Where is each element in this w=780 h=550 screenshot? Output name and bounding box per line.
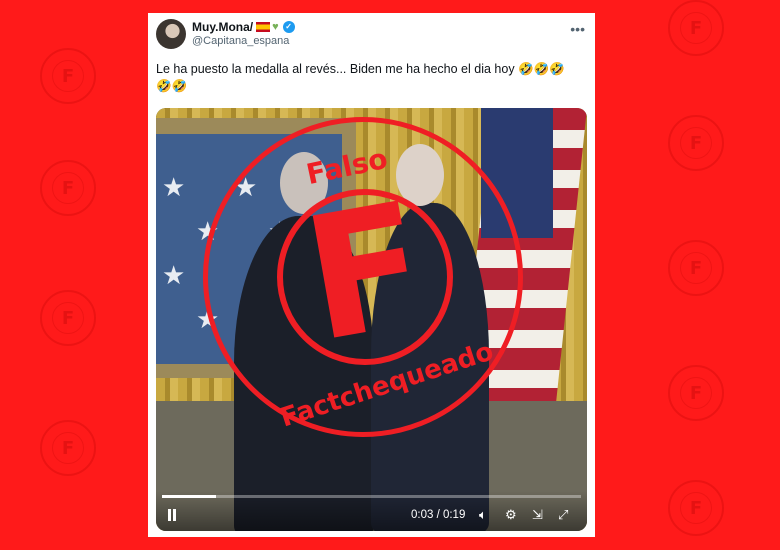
background-seal: F xyxy=(668,115,724,171)
video-player[interactable]: ★ ★ ★ ★ ★ ★ F Falso Factchequeado 0:03 /… xyxy=(156,108,587,531)
gear-icon[interactable]: ⚙ xyxy=(505,508,517,522)
progress-bar[interactable] xyxy=(162,495,581,498)
background-seal: F xyxy=(668,240,724,296)
verified-badge-icon: ✓ xyxy=(282,21,295,33)
display-name[interactable]: Muy.Mona/ ♥ ✓ xyxy=(192,20,295,34)
video-controls: 0:03 / 0:19 🔈︎ ⚙ ⇲ ⤢ xyxy=(156,491,587,531)
fullscreen-icon[interactable]: ⤢ xyxy=(558,508,568,522)
tweet-card: Muy.Mona/ ♥ ✓ @Capitana_espana ••• Le ha… xyxy=(148,13,595,537)
author-names: Muy.Mona/ ♥ ✓ @Capitana_espana xyxy=(192,20,295,48)
time-display: 0:03 / 0:19 xyxy=(411,509,466,521)
tweet-header: Muy.Mona/ ♥ ✓ @Capitana_espana ••• xyxy=(156,19,587,53)
spain-flag-icon xyxy=(256,22,271,32)
pause-icon[interactable] xyxy=(166,508,178,522)
display-name-text: Muy.Mona/ xyxy=(192,20,254,34)
volume-icon[interactable]: 🔈︎ xyxy=(479,508,487,522)
background-seal: F xyxy=(40,48,96,104)
background-seal: F xyxy=(40,160,96,216)
more-icon[interactable]: ••• xyxy=(570,21,585,37)
background-seal: F xyxy=(40,290,96,346)
background-seal: F xyxy=(40,420,96,476)
star: ★ xyxy=(162,172,186,202)
progress-fill xyxy=(162,495,217,498)
tweet-text: Le ha puesto la medalla al revés... Bide… xyxy=(156,61,586,95)
background-seal: F xyxy=(668,480,724,536)
tweet-text-line: 🤣🤣 xyxy=(156,79,188,93)
green-heart-icon: ♥ xyxy=(272,20,279,33)
star: ★ xyxy=(162,260,186,290)
background-seal: F xyxy=(668,0,724,56)
caption-icon[interactable]: ⇲ xyxy=(532,508,543,522)
avatar[interactable] xyxy=(156,19,186,49)
tweet-text-line: Le ha puesto la medalla al revés... Bide… xyxy=(156,62,565,76)
handle[interactable]: @Capitana_espana xyxy=(192,34,295,48)
background-seal: F xyxy=(668,365,724,421)
